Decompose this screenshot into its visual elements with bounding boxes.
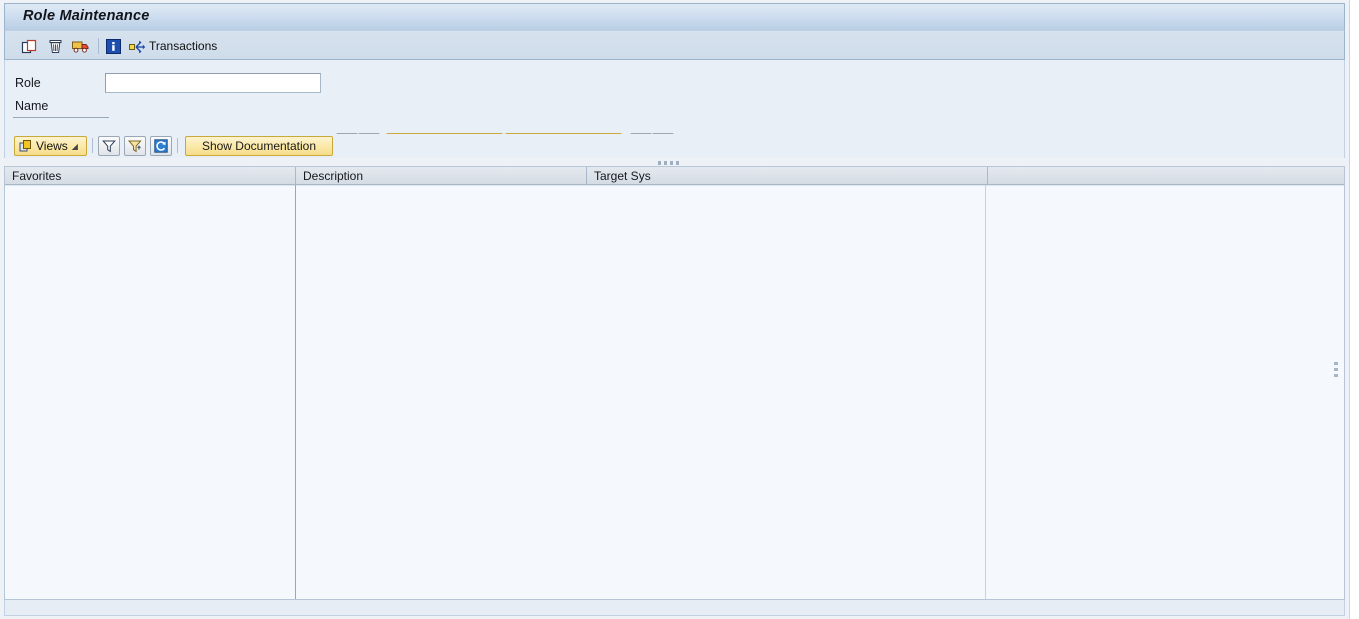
copy-role-button[interactable] <box>21 35 38 57</box>
transactions-icon <box>129 39 146 54</box>
favorites-table-panel: Favorites Description Target Sys <box>4 166 1345 600</box>
views-toolbar: Views ◢ Show Documentation <box>4 134 1345 158</box>
trash-icon <box>47 38 64 55</box>
toolbar-separator-1 <box>98 38 99 54</box>
role-input[interactable] <box>105 73 321 93</box>
name-label: Name <box>15 99 49 113</box>
application-toolbar: Transactions © www.tutorialkart.com <box>4 30 1345 92</box>
name-field-underline <box>13 117 109 118</box>
views-separator-1 <box>92 138 93 153</box>
column-divider-target-sys[interactable] <box>985 185 986 599</box>
views-icon <box>19 139 33 153</box>
status-bar <box>4 600 1345 616</box>
filter-button[interactable] <box>98 136 120 156</box>
table-row-guideline <box>5 185 1344 186</box>
filter-delete-icon <box>127 139 143 153</box>
views-label: Views <box>36 139 68 153</box>
vertical-splitter-handle[interactable] <box>1334 355 1338 383</box>
transactions-label: Transactions <box>149 39 218 53</box>
print-role-button[interactable] <box>71 35 90 57</box>
transactions-button[interactable]: Transactions <box>129 35 217 57</box>
column-divider-favorites[interactable] <box>295 185 296 599</box>
views-button[interactable]: Views ◢ <box>14 136 87 156</box>
role-label: Role <box>15 76 41 90</box>
horizontal-splitter-handle[interactable] <box>658 160 686 165</box>
column-header-blank[interactable] <box>988 167 1344 184</box>
chevron-down-icon: ◢ <box>71 141 78 151</box>
page-title: Role Maintenance <box>23 8 150 24</box>
information-icon <box>106 38 121 54</box>
refresh-button[interactable] <box>150 136 172 156</box>
sap-application-window: Role Maintenance Transactions Role Name … <box>0 0 1359 619</box>
table-body-empty[interactable] <box>5 185 1344 599</box>
role-form-area: Role Name <box>4 60 1345 154</box>
delete-filter-button[interactable] <box>124 136 146 156</box>
column-header-description[interactable]: Description <box>296 167 587 184</box>
filter-icon <box>102 139 116 153</box>
column-header-target-sys[interactable]: Target Sys <box>587 167 988 184</box>
show-documentation-button[interactable]: Show Documentation <box>185 136 333 156</box>
column-header-favorites[interactable]: Favorites <box>5 167 296 184</box>
show-documentation-label: Show Documentation <box>201 139 317 153</box>
copy-icon <box>21 38 38 55</box>
printer-icon <box>71 38 90 55</box>
views-separator-2 <box>177 138 178 153</box>
right-margin <box>1349 0 1359 619</box>
delete-role-button[interactable] <box>47 35 64 57</box>
window-title-bar: Role Maintenance <box>4 3 1345 30</box>
refresh-icon <box>154 139 168 153</box>
table-header-row: Favorites Description Target Sys <box>5 167 1344 185</box>
info-button[interactable] <box>106 35 121 57</box>
